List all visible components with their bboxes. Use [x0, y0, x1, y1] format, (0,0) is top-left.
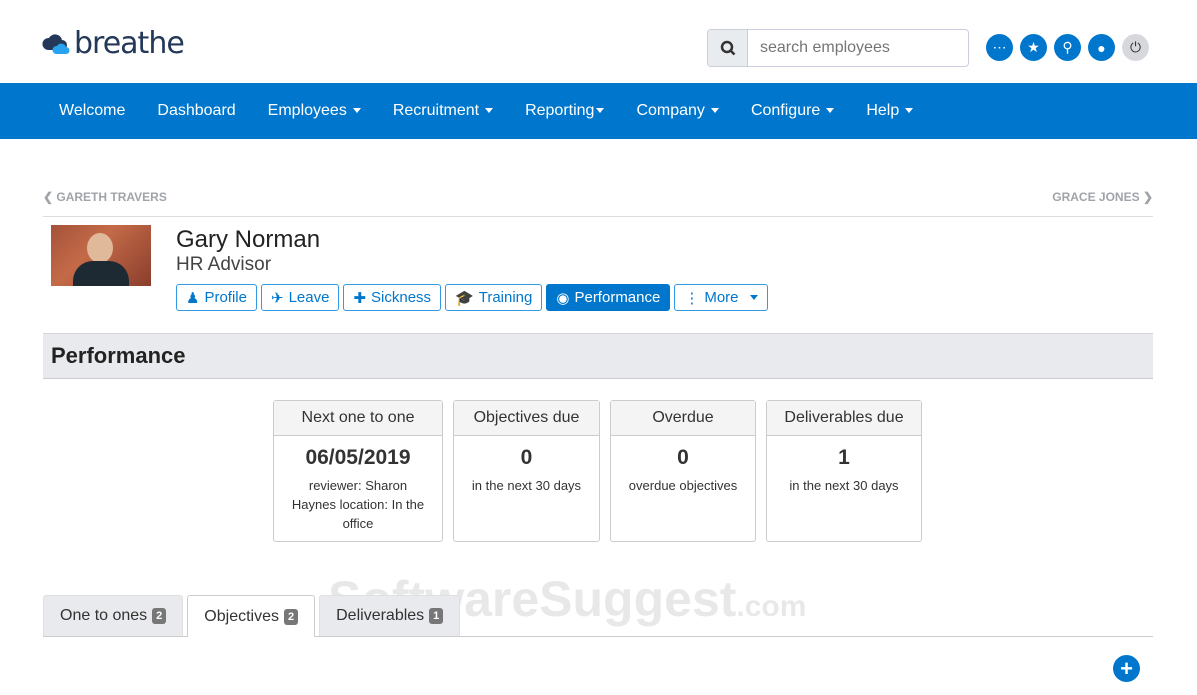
caret-down-icon: [905, 108, 914, 114]
performance-button[interactable]: ◉ Performance: [546, 284, 671, 311]
leave-button[interactable]: ✈ Leave: [260, 284, 340, 311]
card-value: 1: [838, 446, 850, 469]
messages-icon[interactable]: ⋯: [986, 34, 1013, 61]
card-next-one-to-one: Next one to one 06/05/2019 reviewer: Sha…: [273, 400, 443, 542]
nav-label: Welcome: [59, 102, 126, 119]
count-badge: 2: [284, 608, 299, 625]
power-icon[interactable]: ⏻: [1122, 34, 1149, 61]
caret-down-icon: [352, 108, 361, 114]
caret-down-icon: [826, 108, 835, 114]
nav-configure[interactable]: Configure: [735, 102, 850, 120]
card-objectives-due: Objectives due 0 in the next 30 days: [453, 400, 600, 542]
nav-label: Configure: [750, 102, 821, 119]
watermark-suffix: .com: [736, 590, 807, 623]
nav-company[interactable]: Company: [620, 102, 734, 120]
tab-label: One to ones: [60, 607, 148, 624]
card-value: 0: [677, 446, 689, 469]
search-box: [707, 29, 969, 67]
count-badge: 1: [429, 608, 444, 624]
card-value: 06/05/2019: [305, 446, 411, 469]
caret-down-icon: [485, 108, 494, 114]
cloud-logo-icon: [42, 33, 70, 54]
sickness-button[interactable]: ✚ Sickness: [343, 284, 442, 311]
plane-icon: ✈: [270, 289, 284, 307]
chevron-right-icon: ❯: [1139, 190, 1153, 204]
prev-employee-name: GARETH TRAVERS: [56, 190, 167, 204]
search-input[interactable]: [748, 30, 968, 66]
card-title: Deliverables due: [767, 401, 921, 436]
nav-label: Help: [866, 102, 900, 119]
tab-deliverables[interactable]: Deliverables 1: [319, 595, 461, 636]
tab-one-to-ones[interactable]: One to ones 2: [43, 595, 184, 636]
nav-label: Reporting: [525, 102, 595, 119]
performance-tabs: One to ones 2 Objectives 2 Deliverables 1: [43, 595, 461, 637]
header: breathe ⋯ ★ ⚲ ● ⏻: [0, 0, 1197, 83]
nav-reporting[interactable]: Reporting: [509, 102, 620, 120]
add-icon[interactable]: +: [1113, 655, 1140, 682]
search-icon: [720, 40, 735, 56]
training-button[interactable]: 🎓 Training: [445, 284, 543, 311]
next-employee-name: GRACE JONES: [1052, 190, 1140, 204]
card-subtext: in the next 30 days: [789, 478, 899, 493]
nav-label: Company: [636, 102, 705, 119]
nav-label: Employees: [267, 102, 347, 119]
section-title: Performance: [43, 333, 1153, 379]
employee-name: Gary Norman: [176, 226, 321, 253]
employee-role: HR Advisor: [176, 254, 272, 275]
medkit-icon: ✚: [353, 289, 367, 307]
logo[interactable]: breathe: [42, 26, 185, 61]
graduation-cap-icon: 🎓: [455, 289, 474, 307]
profile-tabs: ♟ Profile ✈ Leave ✚ Sickness 🎓 Training ◉ Per…: [176, 284, 768, 311]
card-subtext: in the next 30 days: [471, 478, 582, 493]
tab-objectives[interactable]: Objectives 2: [187, 595, 316, 637]
next-employee-link[interactable]: GRACE JONES ❯: [1052, 190, 1153, 204]
button-label: More: [704, 289, 739, 306]
card-value: 0: [520, 446, 533, 469]
ellipsis-vertical-icon: ⋮: [684, 289, 700, 307]
nav-label: Recruitment: [392, 102, 480, 119]
nav-welcome[interactable]: Welcome: [43, 102, 141, 120]
caret-down-icon: [710, 108, 719, 114]
card-title: Objectives due: [454, 401, 599, 436]
brand-name: breathe: [74, 26, 185, 61]
more-button[interactable]: ⋮ More: [674, 284, 768, 311]
caret-down-icon: [596, 108, 605, 114]
tab-label: Objectives: [204, 607, 279, 625]
button-label: Sickness: [371, 289, 432, 306]
button-label: Leave: [288, 289, 330, 306]
divider: [43, 216, 1153, 217]
search-button[interactable]: [708, 30, 748, 66]
employee-photo: [51, 225, 151, 286]
button-label: Profile: [204, 289, 247, 306]
user-icon: ♟: [186, 289, 200, 307]
card-title: Overdue: [611, 401, 755, 436]
button-label: Performance: [574, 289, 661, 306]
chevron-left-icon: ❮: [43, 190, 57, 204]
card-subtext: overdue objectives: [628, 478, 738, 493]
nav-help[interactable]: Help: [850, 102, 929, 120]
nav-employees[interactable]: Employees: [252, 102, 377, 120]
main-nav: Welcome Dashboard Employees Recruitment …: [0, 83, 1197, 139]
profile-button[interactable]: ♟ Profile: [176, 284, 257, 311]
nav-label: Dashboard: [157, 102, 236, 119]
card-subtext: reviewer: Sharon Haynes location: In the…: [291, 478, 425, 531]
card-overdue: Overdue 0 overdue objectives: [610, 400, 756, 542]
button-label: Training: [478, 289, 533, 306]
nav-recruitment[interactable]: Recruitment: [377, 102, 509, 120]
user-icon[interactable]: ●: [1088, 34, 1115, 61]
card-deliverables-due: Deliverables due 1 in the next 30 days: [766, 400, 922, 542]
dashboard-icon: ◉: [556, 289, 570, 307]
nav-dashboard[interactable]: Dashboard: [141, 102, 251, 120]
caret-down-icon: [749, 295, 758, 300]
lightbulb-icon[interactable]: ⚲: [1054, 34, 1081, 61]
tab-label: Deliverables: [336, 607, 425, 624]
star-icon[interactable]: ★: [1020, 34, 1047, 61]
count-badge: 2: [152, 608, 167, 624]
card-title: Next one to one: [274, 401, 442, 436]
prev-employee-link[interactable]: ❮ GARETH TRAVERS: [43, 190, 167, 204]
